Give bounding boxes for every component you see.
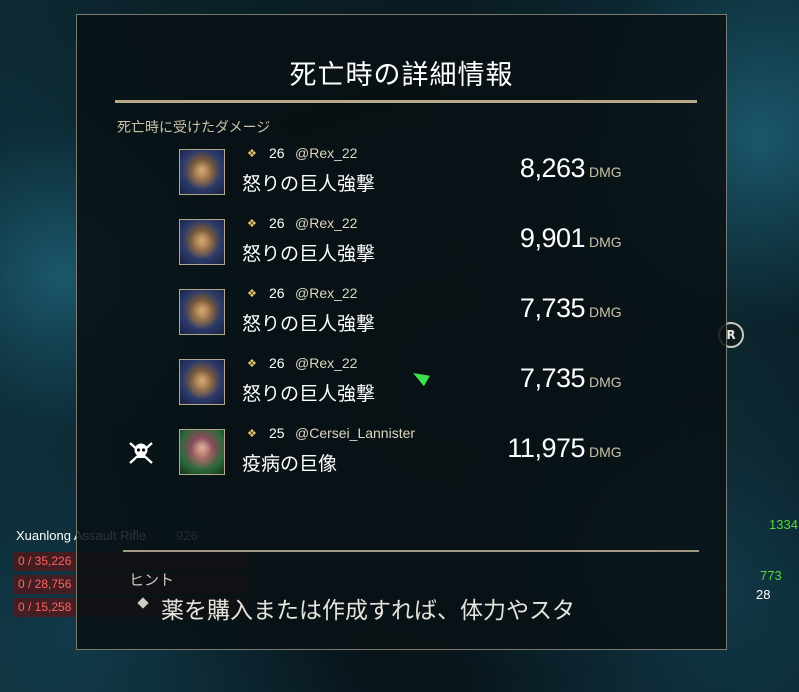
skill-portrait-icon	[179, 359, 225, 405]
rank-chevron-icon: ❖	[247, 427, 257, 440]
damage-value: 7,735	[519, 363, 586, 393]
damage-row: ❖ 26 @Rex_22 怒りの巨人強撃 9,901 DMG	[77, 213, 728, 269]
hint-text: 薬を購入または作成すれば、体力やスタ	[161, 598, 575, 624]
title-divider	[115, 100, 697, 103]
damage-value: 7,735	[519, 293, 586, 323]
skill-name: 怒りの巨人強撃	[242, 383, 376, 405]
damage-section-label: 死亡時に受けたダメージ	[117, 120, 271, 136]
skill-name: 怒りの巨人強撃	[242, 313, 376, 335]
damage-value: 11,975	[507, 433, 585, 463]
attacker-name: @Rex_22	[295, 285, 358, 301]
attacker-name: @Rex_22	[295, 215, 358, 231]
attacker-rank: 26	[269, 145, 285, 161]
damage-unit: DMG	[589, 234, 622, 250]
attacker-rank: 25	[269, 425, 285, 441]
skill-portrait-icon	[179, 289, 225, 335]
skill-name: 疫病の巨像	[242, 453, 338, 475]
damage-value: 8,263	[519, 153, 586, 183]
rank-chevron-icon: ❖	[247, 217, 257, 230]
skill-name: 怒りの巨人強撃	[242, 173, 376, 195]
hud-right-green-1: 1334	[769, 517, 798, 532]
damage-unit: DMG	[589, 164, 622, 180]
attacker-rank: 26	[269, 215, 285, 231]
damage-row: ❖ 26 @Rex_22 怒りの巨人強撃 7,735 DMG	[77, 353, 728, 409]
health-value: 0 / 15,258	[18, 600, 72, 614]
attacker-name: @Cersei_Lannister	[295, 425, 416, 441]
damage-unit: DMG	[589, 304, 622, 320]
skill-portrait-icon	[179, 149, 225, 195]
dialog-title: 死亡時の詳細情報	[289, 60, 514, 91]
hint-label: ヒント	[129, 571, 175, 589]
rank-chevron-icon: ❖	[247, 147, 257, 160]
skill-name: 怒りの巨人強撃	[242, 243, 376, 265]
hud-right-count: 28	[756, 587, 771, 602]
damage-row-killing-blow: ❖ 25 @Cersei_Lannister 疫病の巨像 11,975 DMG	[77, 423, 728, 479]
health-value: 0 / 35,226	[18, 554, 72, 568]
skill-portrait-icon	[179, 429, 225, 475]
hint-divider	[123, 550, 699, 552]
damage-unit: DMG	[589, 444, 622, 460]
damage-value: 9,901	[519, 223, 586, 253]
damage-unit: DMG	[589, 374, 622, 390]
skill-portrait-icon	[179, 219, 225, 265]
health-value: 0 / 28,756	[18, 577, 72, 591]
hud-right-green-2: 773	[760, 568, 782, 583]
attacker-name: @Rex_22	[295, 145, 358, 161]
attacker-rank: 26	[269, 285, 285, 301]
attacker-name: @Rex_22	[295, 355, 358, 371]
death-recap-dialog: 死亡時の詳細情報 死亡時に受けたダメージ ❖ 26 @Rex_22 怒りの巨人強…	[76, 14, 727, 650]
damage-row: ❖ 26 @Rex_22 怒りの巨人強撃 7,735 DMG	[77, 283, 728, 339]
damage-row: ❖ 26 @Rex_22 怒りの巨人強撃 8,263 DMG	[77, 143, 728, 199]
attacker-rank: 26	[269, 355, 285, 371]
skull-crossbones-icon	[129, 442, 153, 464]
rank-chevron-icon: ❖	[247, 357, 257, 370]
hint-bullet-icon	[137, 597, 149, 609]
rank-chevron-icon: ❖	[247, 287, 257, 300]
